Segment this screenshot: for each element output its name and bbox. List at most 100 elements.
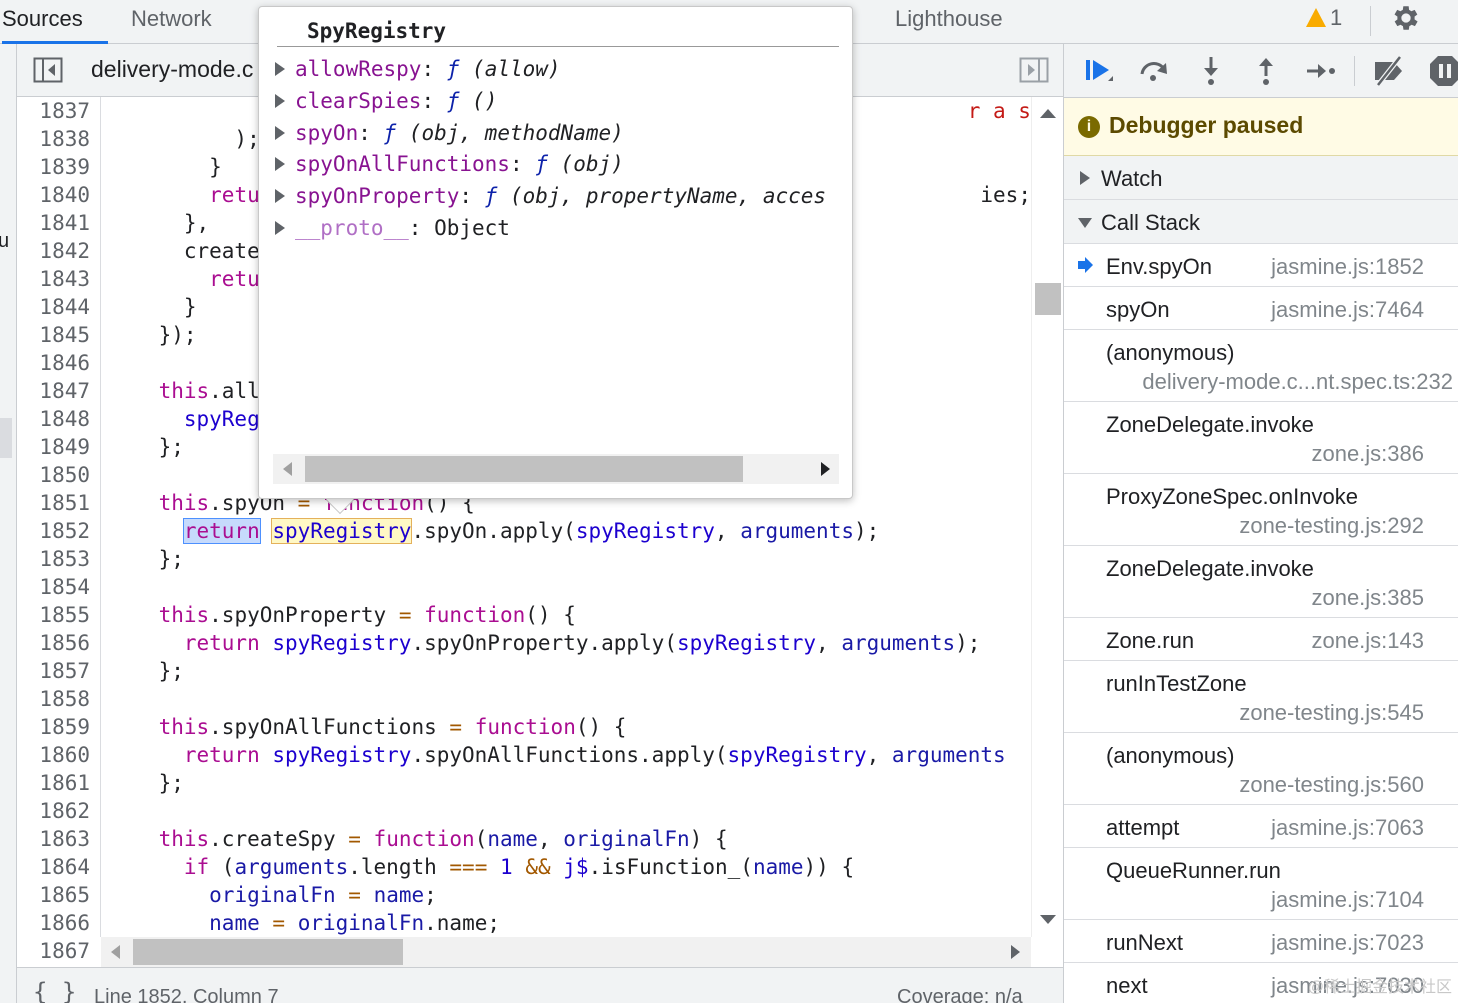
line-number[interactable]: 1839 xyxy=(39,153,90,181)
call-frame-location[interactable]: zone-testing.js:545 xyxy=(1239,700,1424,726)
expand-arrow-icon[interactable] xyxy=(275,157,285,172)
popover-scroll-left-icon[interactable] xyxy=(283,462,292,476)
call-frame-location[interactable]: zone.js:385 xyxy=(1311,585,1424,611)
call-frame[interactable]: ZoneDelegate.invoke zone.js:385 xyxy=(1064,546,1458,618)
popover-property-row[interactable]: clearSpies: ƒ () xyxy=(275,86,840,116)
line-number[interactable]: 1867 xyxy=(39,937,90,965)
line-number[interactable]: 1846 xyxy=(39,349,90,377)
call-frame[interactable]: spyOn jasmine.js:7464 xyxy=(1064,287,1458,330)
tab-lighthouse[interactable]: Lighthouse xyxy=(895,0,1003,44)
line-number[interactable]: 1853 xyxy=(39,545,90,573)
line-number[interactable]: 1840 xyxy=(39,181,90,209)
call-frame[interactable]: Env.spyOn jasmine.js:1852 xyxy=(1064,244,1458,287)
call-frame[interactable]: QueueRunner.run jasmine.js:7104 xyxy=(1064,848,1458,920)
call-frame-location[interactable]: zone.js:143 xyxy=(1311,628,1424,654)
call-stack-section-header[interactable]: Call Stack xyxy=(1064,200,1458,244)
line-number[interactable]: 1861 xyxy=(39,769,90,797)
editor-file-tab[interactable]: delivery-mode.c xyxy=(91,56,253,83)
line-number[interactable]: 1849 xyxy=(39,433,90,461)
navigator-collapsed-strip: u xyxy=(0,44,17,1003)
line-number[interactable]: 1865 xyxy=(39,881,90,909)
editor-horizontal-scrollbar[interactable] xyxy=(101,937,1031,967)
line-number[interactable]: 1845 xyxy=(39,321,90,349)
popover-scroll-thumb[interactable] xyxy=(305,456,743,482)
call-frame[interactable]: (anonymous) delivery-mode.c...nt.spec.ts:… xyxy=(1064,330,1458,402)
line-number[interactable]: 1842 xyxy=(39,237,90,265)
line-number[interactable]: 1838 xyxy=(39,125,90,153)
gear-icon[interactable] xyxy=(1390,2,1422,34)
line-number[interactable]: 1848 xyxy=(39,405,90,433)
scroll-right-icon[interactable] xyxy=(1011,945,1020,959)
step-into-icon[interactable] xyxy=(1194,54,1228,88)
call-frame[interactable]: attempt jasmine.js:7063 xyxy=(1064,805,1458,848)
resume-icon[interactable] xyxy=(1082,54,1116,88)
call-frame-location[interactable]: zone-testing.js:560 xyxy=(1239,772,1424,798)
line-number[interactable]: 1844 xyxy=(39,293,90,321)
call-frame[interactable]: (anonymous) zone-testing.js:560 xyxy=(1064,733,1458,805)
step-over-icon[interactable] xyxy=(1137,54,1171,88)
call-frame-location[interactable]: jasmine.js:7023 xyxy=(1271,930,1424,956)
line-number[interactable]: 1843 xyxy=(39,265,90,293)
line-number[interactable]: 1857 xyxy=(39,657,90,685)
editor-vertical-scrollbar[interactable] xyxy=(1031,97,1063,937)
popover-property-row[interactable]: spyOn: ƒ (obj, methodName) xyxy=(275,118,840,148)
popover-property-row[interactable]: allowRespy: ƒ (allow) xyxy=(275,54,840,84)
line-number[interactable]: 1858 xyxy=(39,685,90,713)
call-frame[interactable]: runInTestZone zone-testing.js:545 xyxy=(1064,661,1458,733)
line-number[interactable]: 1863 xyxy=(39,825,90,853)
watch-section-header[interactable]: Watch xyxy=(1064,156,1458,200)
popover-horizontal-scrollbar[interactable] xyxy=(273,454,839,484)
line-number[interactable]: 1860 xyxy=(39,741,90,769)
horizontal-scroll-thumb[interactable] xyxy=(133,939,403,965)
call-frame[interactable]: Zone.run zone.js:143 xyxy=(1064,618,1458,661)
vertical-scroll-thumb[interactable] xyxy=(1035,283,1061,315)
line-number[interactable]: 1841 xyxy=(39,209,90,237)
line-number[interactable]: 1864 xyxy=(39,853,90,881)
line-number[interactable]: 1852 xyxy=(39,517,90,545)
expand-arrow-icon[interactable] xyxy=(275,221,285,235)
pause-on-exceptions-icon[interactable] xyxy=(1428,54,1458,88)
expand-arrow-icon[interactable] xyxy=(275,93,285,108)
expand-arrow-icon[interactable] xyxy=(275,189,285,204)
line-number[interactable]: 1859 xyxy=(39,713,90,741)
scroll-up-icon[interactable] xyxy=(1040,109,1056,118)
toggle-navigator-icon[interactable] xyxy=(33,56,63,84)
call-frame[interactable]: runNext jasmine.js:7023 xyxy=(1064,920,1458,963)
scroll-down-icon[interactable] xyxy=(1040,915,1056,924)
tab-sources[interactable]: Sources xyxy=(2,0,108,44)
expand-arrow-icon[interactable] xyxy=(275,125,285,140)
pretty-print-icon[interactable]: { } xyxy=(33,978,76,1003)
line-number[interactable]: 1866 xyxy=(39,909,90,937)
call-frame-location[interactable]: jasmine.js:7464 xyxy=(1271,297,1424,323)
call-frame-location[interactable]: jasmine.js:1852 xyxy=(1271,254,1424,280)
step-icon[interactable] xyxy=(1304,54,1338,88)
call-frame-location[interactable]: zone-testing.js:292 xyxy=(1239,513,1424,539)
line-number-gutter[interactable]: 1837 1838 1839 1840 1841 1842 1843 1844 1845 1846… xyxy=(17,97,101,963)
popover-property-row[interactable]: spyOnAllFunctions: ƒ (obj) xyxy=(275,149,840,179)
line-number[interactable]: 1850 xyxy=(39,461,90,489)
popover-property-row[interactable]: spyOnProperty: ƒ (obj, propertyName, acc… xyxy=(275,181,840,211)
line-number[interactable]: 1837 xyxy=(39,97,90,125)
line-number[interactable]: 1854 xyxy=(39,573,90,601)
line-number[interactable]: 1855 xyxy=(39,601,90,629)
tab-network[interactable]: Network xyxy=(131,0,212,44)
line-number[interactable]: 1862 xyxy=(39,797,90,825)
call-frame[interactable]: ZoneDelegate.invoke zone.js:386 xyxy=(1064,402,1458,474)
line-number[interactable]: 1851 xyxy=(39,489,90,517)
call-stack-label: Call Stack xyxy=(1101,210,1201,235)
line-number[interactable]: 1856 xyxy=(39,629,90,657)
warning-counter[interactable]: 1 xyxy=(1306,5,1342,31)
popover-property-row[interactable]: __proto__: Object xyxy=(275,213,840,243)
scroll-left-icon[interactable] xyxy=(111,945,120,959)
expand-arrow-icon[interactable] xyxy=(275,62,285,76)
call-frame-location[interactable]: delivery-mode.c...nt.spec.ts:232 xyxy=(1142,369,1453,395)
line-number[interactable]: 1847 xyxy=(39,377,90,405)
call-frame-location[interactable]: jasmine.js:7104 xyxy=(1271,887,1424,913)
call-frame-location[interactable]: zone.js:386 xyxy=(1311,441,1424,467)
popover-scroll-right-icon[interactable] xyxy=(821,462,830,476)
call-frame[interactable]: ProxyZoneSpec.onInvoke zone-testing.js:29… xyxy=(1064,474,1458,546)
toggle-debugger-icon[interactable] xyxy=(1019,56,1049,84)
deactivate-breakpoints-icon[interactable] xyxy=(1372,54,1406,88)
call-frame-location[interactable]: jasmine.js:7063 xyxy=(1271,815,1424,841)
step-out-icon[interactable] xyxy=(1249,54,1283,88)
